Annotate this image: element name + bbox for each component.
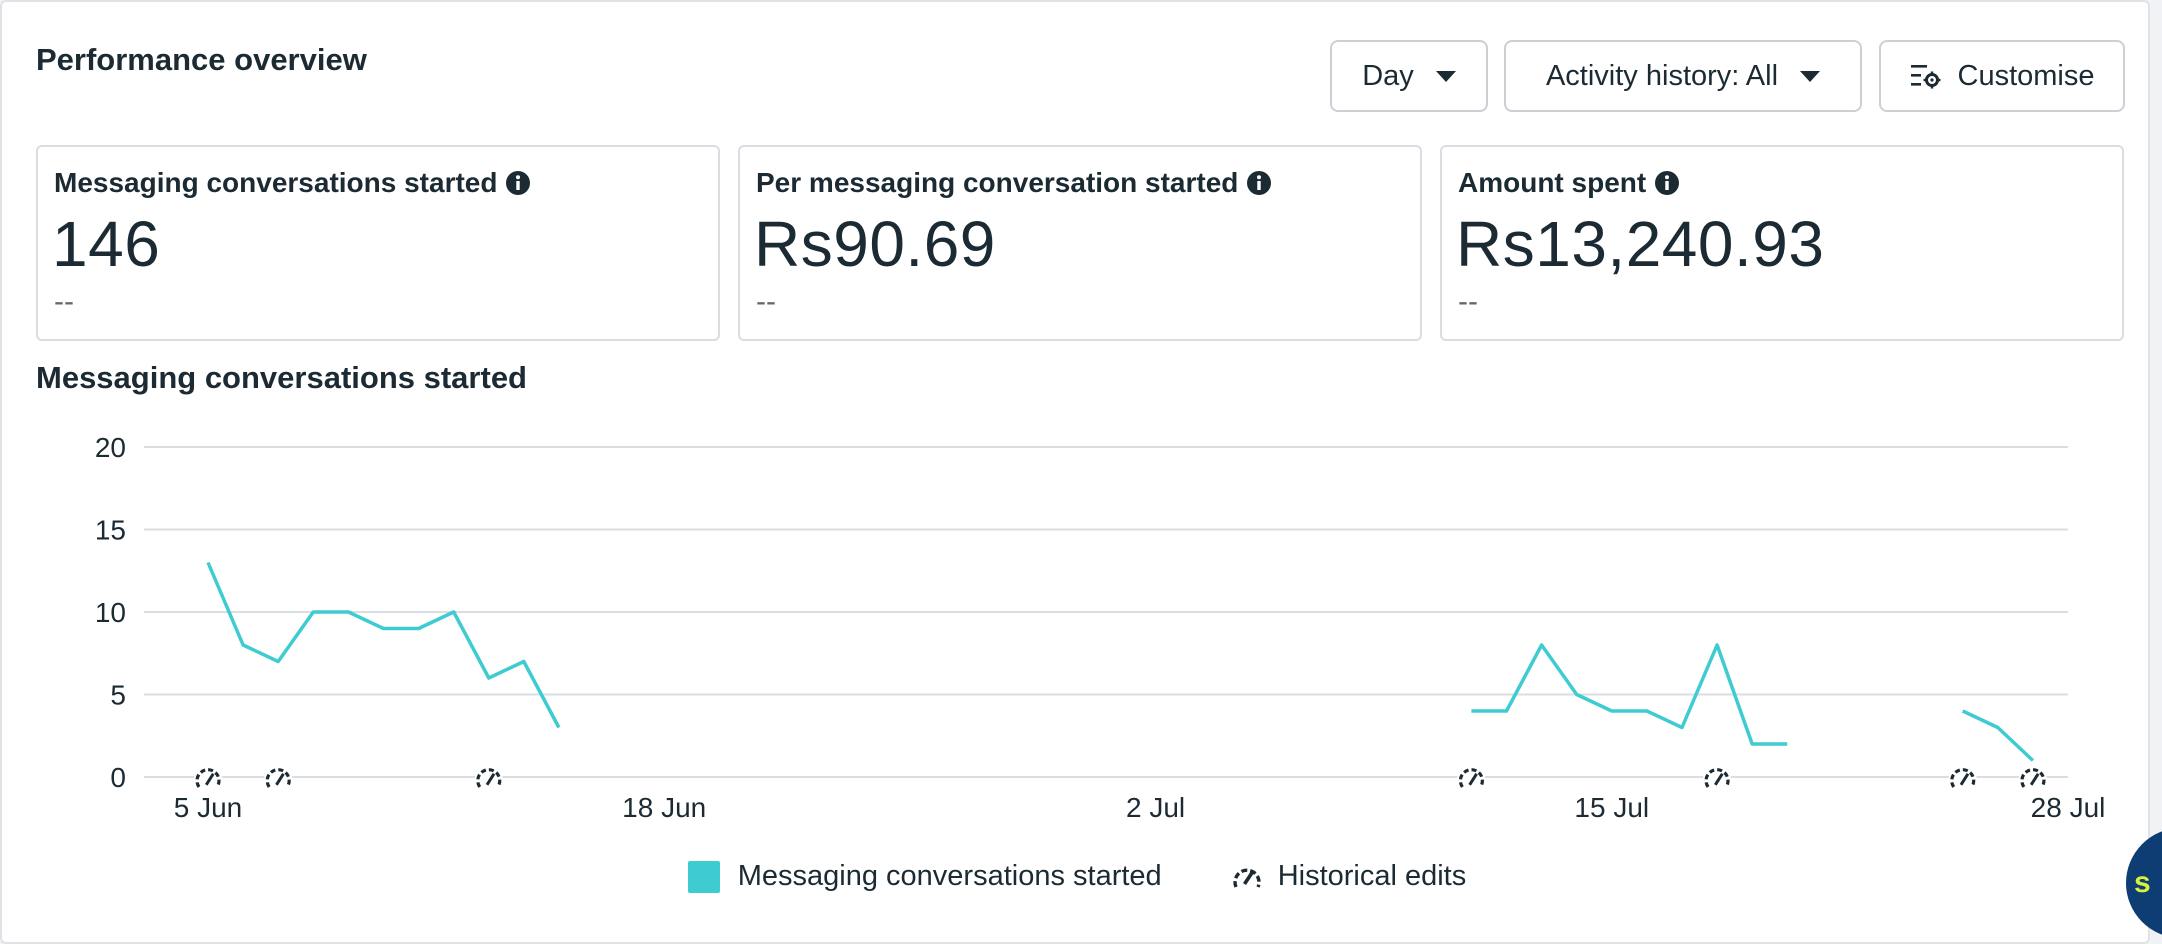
historical-edit-marker[interactable] <box>2018 765 2047 793</box>
x-tick-label: 15 Jul <box>1574 792 1649 823</box>
kpi-value: Rs13,240.93 <box>1456 208 1825 280</box>
caret-down-icon <box>1800 70 1821 82</box>
y-tick-label: 20 <box>95 432 126 463</box>
kpi-comparison: -- <box>54 285 74 318</box>
historical-edit-marker[interactable] <box>1948 765 1977 793</box>
info-icon[interactable] <box>505 170 531 196</box>
historical-edit-marker[interactable] <box>194 765 222 793</box>
kpi-card-conversations[interactable]: Messaging conversations started 146 -- <box>36 145 720 341</box>
series-line <box>206 561 561 729</box>
x-tick-label: 5 Jun <box>174 792 243 823</box>
day-dropdown-label: Day <box>1362 59 1414 92</box>
historical-edit-marker[interactable] <box>1703 765 1732 793</box>
performance-overview-panel: Performance overview Day Activity histor… <box>0 0 2150 944</box>
kpi-label: Messaging conversations started <box>54 167 498 198</box>
legend-edits-label: Historical edits <box>1277 860 1467 892</box>
y-tick-label: 15 <box>95 515 126 546</box>
x-tick-label: 2 Jul <box>1126 792 1185 823</box>
day-dropdown-button[interactable]: Day <box>1330 40 1488 112</box>
historical-edit-icon <box>1230 862 1264 892</box>
conversations-line-chart[interactable]: 0 5 10 15 20 5 Jun 18 Jun 2 Jul 15 Jul 28 Jul <box>2 402 2152 832</box>
x-tick-label: 28 Jul <box>2031 792 2106 823</box>
historical-edit-marker[interactable] <box>264 765 293 793</box>
legend-item-historical-edits[interactable]: Historical edits <box>1230 860 1467 893</box>
activity-history-dropdown-button[interactable]: Activity history: All <box>1504 40 1862 112</box>
corner-widget-letter: s <box>2134 866 2151 899</box>
x-tick-label: 18 Jun <box>622 792 706 823</box>
y-tick-label: 10 <box>95 597 126 628</box>
activity-history-label: Activity history: All <box>1545 59 1779 92</box>
kpi-value: 146 <box>52 208 161 280</box>
kpi-card-cost-per-conversation[interactable]: Per messaging conversation started Rs90.… <box>738 145 1422 341</box>
kpi-label-row: Amount spent <box>1458 167 1680 199</box>
legend-item-series[interactable]: Messaging conversations started <box>687 860 1162 893</box>
series-line <box>1961 709 2035 762</box>
kpi-label-row: Per messaging conversation started <box>756 167 1272 199</box>
info-icon[interactable] <box>1654 170 1680 196</box>
page-title: Performance overview <box>36 42 367 77</box>
historical-edit-marker[interactable] <box>474 765 503 793</box>
legend-swatch <box>687 860 720 893</box>
chart-title: Messaging conversations started <box>36 360 527 395</box>
info-icon[interactable] <box>1246 170 1272 196</box>
customise-label: Customise <box>1957 59 2095 92</box>
historical-edit-marker[interactable] <box>1457 765 1486 793</box>
kpi-card-amount-spent[interactable]: Amount spent Rs13,240.93 -- <box>1440 145 2124 341</box>
kpi-label-row: Messaging conversations started <box>54 167 531 199</box>
kpi-comparison: -- <box>756 285 776 318</box>
y-tick-label: 5 <box>110 680 126 711</box>
legend-series-label: Messaging conversations started <box>737 860 1162 892</box>
kpi-label: Amount spent <box>1458 167 1647 198</box>
settings-list-icon <box>1910 62 1942 90</box>
customise-button[interactable]: Customise <box>1879 40 2125 112</box>
kpi-label: Per messaging conversation started <box>756 167 1239 198</box>
kpi-value: Rs90.69 <box>754 208 996 280</box>
kpi-comparison: -- <box>1458 285 1478 318</box>
y-tick-label: 0 <box>110 762 126 793</box>
chart-legend: Messaging conversations started Historic… <box>2 860 2152 893</box>
caret-down-icon <box>1435 70 1456 82</box>
